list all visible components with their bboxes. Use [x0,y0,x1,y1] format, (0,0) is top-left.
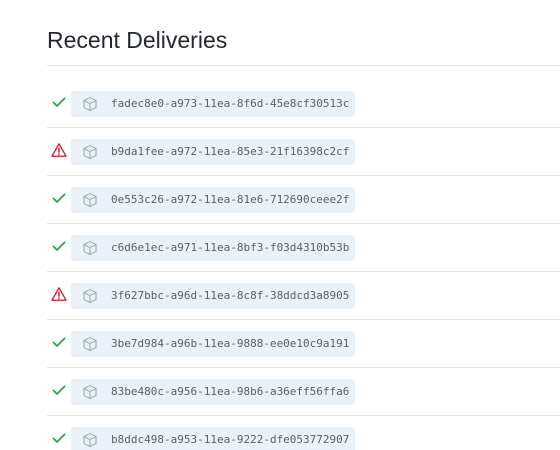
delivery-row: fadec8e0-a973-11ea-8f6d-45e8cf30513c [47,80,560,128]
delivery-row: 3be7d984-a96b-11ea-9888-ee0e10c9a191 [47,320,560,368]
delivery-guid: fadec8e0-a973-11ea-8f6d-45e8cf30513c [111,97,350,110]
package-icon [83,192,97,208]
delivery-guid-link[interactable]: 3f627bbc-a96d-11ea-8c8f-38ddcd3a8905 [71,283,355,309]
check-icon [52,193,66,203]
package-icon [83,240,97,256]
delivery-row: 83be480c-a956-11ea-98b6-a36eff56ffa6 [47,368,560,416]
check-icon [52,337,66,347]
delivery-guid: 83be480c-a956-11ea-98b6-a36eff56ffa6 [111,385,350,398]
delivery-row: 0e553c26-a972-11ea-81e6-712690ceee2f [47,176,560,224]
package-icon [83,384,97,400]
delivery-guid-link[interactable]: b9da1fee-a972-11ea-85e3-21f16398c2cf [71,139,355,165]
delivery-guid: 0e553c26-a972-11ea-81e6-712690ceee2f [111,193,350,206]
package-icon [83,336,97,352]
delivery-guid-link[interactable]: b8ddc498-a953-11ea-9222-dfe053772907 [71,427,355,450]
check-icon [52,97,66,107]
delivery-guid-link[interactable]: fadec8e0-a973-11ea-8f6d-45e8cf30513c [71,91,355,117]
package-icon [83,432,97,448]
check-icon [52,241,66,251]
package-icon [83,96,97,112]
delivery-guid-link[interactable]: 3be7d984-a96b-11ea-9888-ee0e10c9a191 [71,331,355,357]
delivery-guid: 3f627bbc-a96d-11ea-8c8f-38ddcd3a8905 [111,289,350,302]
delivery-guid: 3be7d984-a96b-11ea-9888-ee0e10c9a191 [111,337,350,350]
deliveries-list: fadec8e0-a973-11ea-8f6d-45e8cf30513c b9d… [47,80,560,450]
delivery-row: c6d6e1ec-a971-11ea-8bf3-f03d4310b53b [47,224,560,272]
recent-deliveries-page: Recent Deliveries fadec8e0-a973-11ea-8f6… [0,0,560,450]
delivery-guid: b8ddc498-a953-11ea-9222-dfe053772907 [111,433,350,446]
check-icon [52,385,66,395]
package-icon [83,144,97,160]
alert-icon [51,143,67,157]
title-divider [47,65,560,66]
delivery-guid-link[interactable]: 83be480c-a956-11ea-98b6-a36eff56ffa6 [71,379,355,405]
delivery-row: b8ddc498-a953-11ea-9222-dfe053772907 [47,416,560,450]
alert-icon [51,287,67,301]
delivery-guid-link[interactable]: c6d6e1ec-a971-11ea-8bf3-f03d4310b53b [71,235,355,261]
delivery-row: 3f627bbc-a96d-11ea-8c8f-38ddcd3a8905 [47,272,560,320]
delivery-row: b9da1fee-a972-11ea-85e3-21f16398c2cf [47,128,560,176]
check-icon [52,433,66,443]
package-icon [83,288,97,304]
delivery-guid-link[interactable]: 0e553c26-a972-11ea-81e6-712690ceee2f [71,187,355,213]
page-title: Recent Deliveries [47,27,228,53]
delivery-guid: b9da1fee-a972-11ea-85e3-21f16398c2cf [111,145,350,158]
delivery-guid: c6d6e1ec-a971-11ea-8bf3-f03d4310b53b [111,241,350,254]
